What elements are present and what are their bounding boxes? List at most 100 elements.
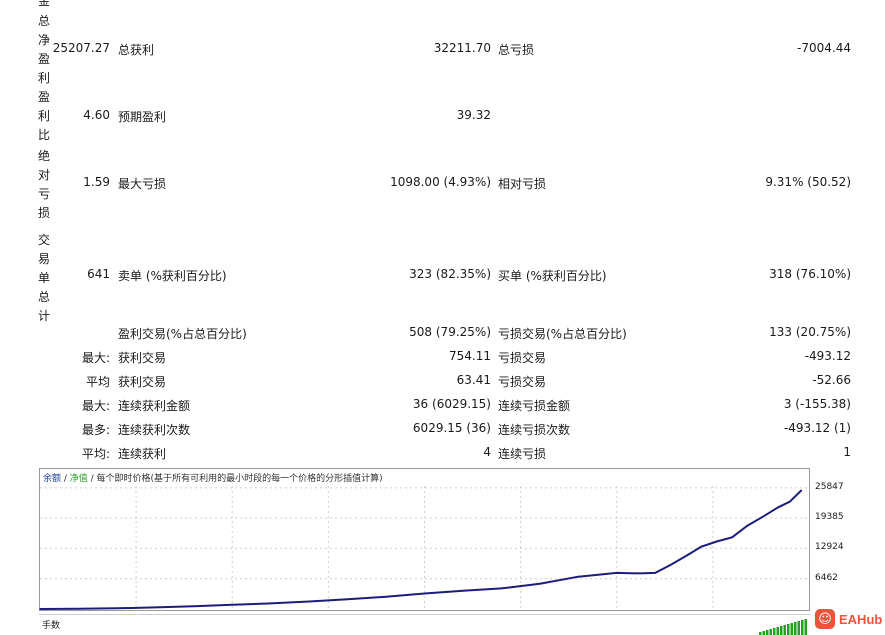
label-char: 绝 — [37, 149, 50, 163]
legend-part-0: 余额 — [43, 472, 61, 484]
stats-prefix: 平均 — [85, 375, 110, 389]
stats-label-2: 亏损交易 — [498, 351, 547, 365]
stats-value-2: -52.66 — [812, 373, 851, 387]
y-tick-label: 25847 — [815, 481, 844, 492]
total-trades-value: 641 — [87, 267, 110, 281]
y-tick-label: 19385 — [815, 512, 844, 523]
balance-point — [462, 589, 464, 592]
balance-point — [308, 600, 310, 603]
stats-label-2: 亏损交易 — [498, 375, 547, 389]
volume-bar — [766, 630, 769, 635]
balance-point — [700, 545, 703, 548]
label-char: 损 — [37, 206, 50, 220]
eahub-logo-icon: ☺ — [815, 609, 835, 629]
eahub-logo: ☺ EAHub — [815, 608, 882, 630]
balance-point — [154, 606, 157, 609]
balance-chart: 余额 / 净值 / 每个即时价格(基于所有可利用的最小时段的每一个价格的分形插值… — [39, 468, 810, 611]
balance-chart-svg: 余额 / 净值 / 每个即时价格(基于所有可利用的最小时段的每一个价格的分形插值… — [39, 468, 810, 611]
abs-drawdown-value: 1.59 — [83, 175, 110, 189]
rel-drawdown-value: 9.31% (50.52) — [765, 175, 851, 189]
stats-value-1: 754.11 — [449, 349, 491, 363]
long-positions-label: 买单 (%获利百分比) — [498, 269, 607, 283]
balance-point — [577, 575, 580, 578]
chart-legend: 余额 / 净值 / 每个即时价格(基于所有可利用的最小时段的每一个价格的分形插值… — [43, 472, 383, 484]
balance-point — [77, 608, 80, 610]
expected-payoff-label: 预期盈利 — [118, 110, 167, 124]
legend-part-2: 净值 — [70, 472, 88, 484]
label-char: 金 — [37, 0, 50, 8]
volume-bars — [759, 619, 807, 635]
balance-point — [500, 587, 503, 590]
y-tick-label: 6462 — [815, 572, 838, 583]
balance-point — [654, 572, 656, 574]
net-profit-value: 25207.27 — [52, 41, 110, 55]
balance-point — [346, 598, 349, 600]
balance-point — [116, 607, 118, 610]
volume-bar — [790, 623, 793, 635]
stats-value-1: 508 (79.25%) — [409, 325, 491, 339]
volume-strip: 手数 — [39, 614, 810, 635]
long-positions-value: 318 (76.10%) — [769, 267, 851, 281]
y-tick-label: 12924 — [815, 542, 844, 553]
volume-bar — [787, 624, 790, 635]
stats-label-1: 获利交易 — [118, 375, 167, 389]
gross-loss-value: -7004.44 — [797, 41, 851, 55]
volume-bar — [762, 631, 765, 635]
balance-point — [746, 524, 749, 527]
stats-value-1: 36 (6029.15) — [412, 397, 491, 411]
max-drawdown-value: 1098.00 (4.93%) — [390, 175, 491, 189]
volume-bar — [801, 620, 804, 635]
stats-prefix: 最多: — [81, 423, 110, 437]
stats-value-2: -493.12 — [804, 349, 851, 363]
balance-point — [762, 515, 764, 518]
stats-label-1: 连续获利金额 — [118, 399, 191, 413]
stats-value-2: 1 — [843, 445, 851, 459]
balance-point — [669, 564, 672, 566]
max-drawdown-label: 最大亏损 — [118, 177, 167, 191]
stats-label-2: 连续亏损次数 — [498, 423, 571, 437]
stats-label-1: 盈利交易(%占总百分比) — [118, 327, 247, 341]
stats-label-1: 连续获利次数 — [118, 423, 191, 437]
eahub-logo-text: EAHub — [839, 611, 883, 627]
stats-label-2: 连续亏损金额 — [498, 399, 571, 413]
stats-label-2: 连续亏损 — [498, 447, 547, 461]
gross-loss-label: 总亏损 — [498, 43, 535, 57]
balance-point — [423, 592, 426, 595]
short-positions-value: 323 (82.35%) — [409, 267, 491, 281]
stats-value-2: -493.12 (1) — [783, 421, 851, 435]
volume-bar — [794, 622, 797, 635]
legend-part-1: / — [61, 474, 70, 484]
gross-profit-value: 32211.70 — [433, 41, 491, 55]
balance-point — [715, 540, 718, 543]
stats-prefix: 平均: — [81, 447, 110, 461]
balance-point — [777, 506, 780, 509]
balance-point — [269, 602, 272, 605]
stats-prefix: 最大: — [81, 399, 110, 413]
rel-drawdown-label: 相对亏损 — [498, 177, 547, 191]
label-char: 总 — [37, 290, 50, 304]
balance-point — [539, 582, 541, 585]
label-char: 计 — [37, 309, 50, 323]
balance-point — [193, 605, 195, 607]
label-char: 利 — [37, 71, 50, 85]
balance-point — [639, 572, 641, 575]
short-positions-label: 卖单 (%获利百分比) — [118, 269, 227, 283]
volume-bar — [804, 619, 807, 635]
label-top-partial: 金 — [32, 0, 56, 11]
chart-frame — [39, 468, 810, 611]
balance-point — [788, 500, 791, 503]
stats-value-1: 6029.15 (36) — [412, 421, 491, 435]
label-char: 总 — [37, 14, 50, 28]
balance-point — [731, 536, 733, 539]
balance-point — [800, 489, 803, 492]
label-char: 交 — [37, 233, 50, 247]
balance-point — [685, 555, 687, 557]
profit-factor-value: 4.60 — [83, 108, 110, 122]
stats-value-2: 3 (-155.38) — [783, 397, 851, 411]
balance-point — [231, 603, 234, 606]
balance-point — [39, 608, 41, 610]
volume-bar — [797, 621, 800, 635]
stats-value-1: 4 — [483, 445, 491, 459]
volume-bar — [769, 629, 772, 635]
legend-part-3: / 每个即时价格(基于所有可利用的最小时段的每一个价格的分形插值计算) — [88, 472, 383, 484]
